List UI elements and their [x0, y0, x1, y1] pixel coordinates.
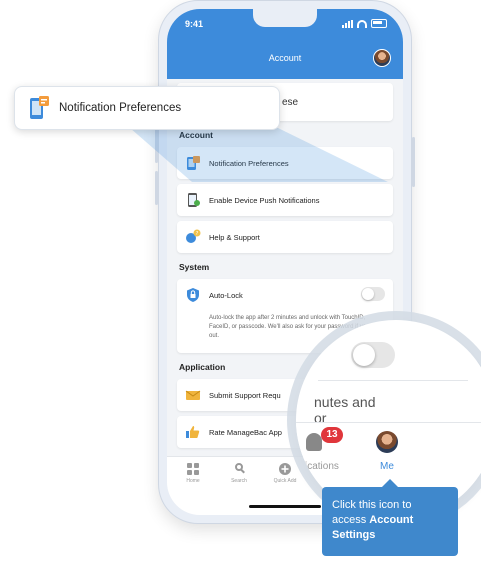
plus-icon	[279, 463, 291, 475]
phone-push-icon	[185, 192, 201, 208]
notification-preferences-icon	[27, 95, 51, 121]
tab-label: Search	[231, 478, 247, 484]
status-icons	[342, 19, 387, 28]
tooltip-line: access Account Settings	[332, 513, 448, 543]
tab-home[interactable]: Home	[173, 463, 213, 484]
phone-side-button	[155, 129, 158, 163]
menu-item-enable-push-notifications[interactable]: Enable Device Push Notifications	[177, 184, 393, 216]
me-avatar-icon[interactable]	[376, 431, 398, 453]
notification-preferences-icon	[185, 155, 201, 171]
battery-icon	[371, 19, 387, 28]
envelope-icon	[185, 387, 201, 403]
notification-badge: 13	[321, 427, 343, 443]
tab-me-label: Me	[380, 461, 394, 472]
menu-item-label: Help & Support	[209, 232, 260, 242]
menu-item-label: Rate ManageBac App	[209, 427, 282, 437]
phone-power-button	[412, 137, 415, 187]
menu-item-label: Notification Preferences	[209, 158, 289, 168]
magnified-auto-lock-toggle[interactable]	[351, 342, 395, 368]
account-settings-tooltip: Click this icon to access Account Settin…	[322, 479, 458, 556]
status-time: 9:41	[185, 19, 204, 29]
svg-text:?: ?	[196, 231, 199, 237]
menu-item-help-support[interactable]: ? Help & Support	[177, 221, 393, 253]
auto-lock-toggle[interactable]	[361, 287, 385, 301]
phone-side-button	[155, 171, 158, 205]
magnified-text-line: nutes and	[314, 394, 376, 410]
tooltip-text: access	[332, 514, 370, 526]
section-title-account: Account	[179, 130, 213, 140]
profile-card-text: ese	[282, 96, 299, 108]
section-title-system: System	[179, 262, 210, 272]
help-support-icon: ?	[185, 229, 201, 245]
grid-icon	[187, 463, 199, 475]
auto-lock-row: Auto-Lock	[185, 287, 243, 303]
wifi-icon	[357, 19, 367, 28]
thumbs-up-icon	[185, 424, 201, 440]
menu-item-notification-preferences[interactable]: Notification Preferences	[177, 147, 393, 179]
callout-label: Notification Preferences	[59, 102, 182, 114]
divider	[318, 380, 468, 381]
tab-label: Home	[186, 478, 200, 484]
signal-icon	[342, 19, 353, 28]
page-title: Account	[268, 53, 302, 63]
header-avatar[interactable]	[373, 49, 391, 67]
app-header: 9:41 Account	[167, 9, 403, 79]
phone-notch	[253, 9, 317, 27]
notification-preferences-callout: Notification Preferences	[14, 86, 280, 130]
auto-lock-label: Auto-Lock	[209, 290, 243, 300]
tab-notifications-label: ifications	[300, 461, 339, 472]
tab-label: Quick Add	[273, 478, 297, 484]
tab-search[interactable]: Search	[219, 463, 259, 484]
search-icon	[233, 463, 245, 475]
tooltip-line: Click this icon to	[332, 499, 412, 511]
shield-lock-icon	[185, 287, 201, 303]
menu-item-label: Enable Device Push Notifications	[209, 195, 320, 205]
menu-item-label: Submit Support Requ	[209, 390, 281, 400]
